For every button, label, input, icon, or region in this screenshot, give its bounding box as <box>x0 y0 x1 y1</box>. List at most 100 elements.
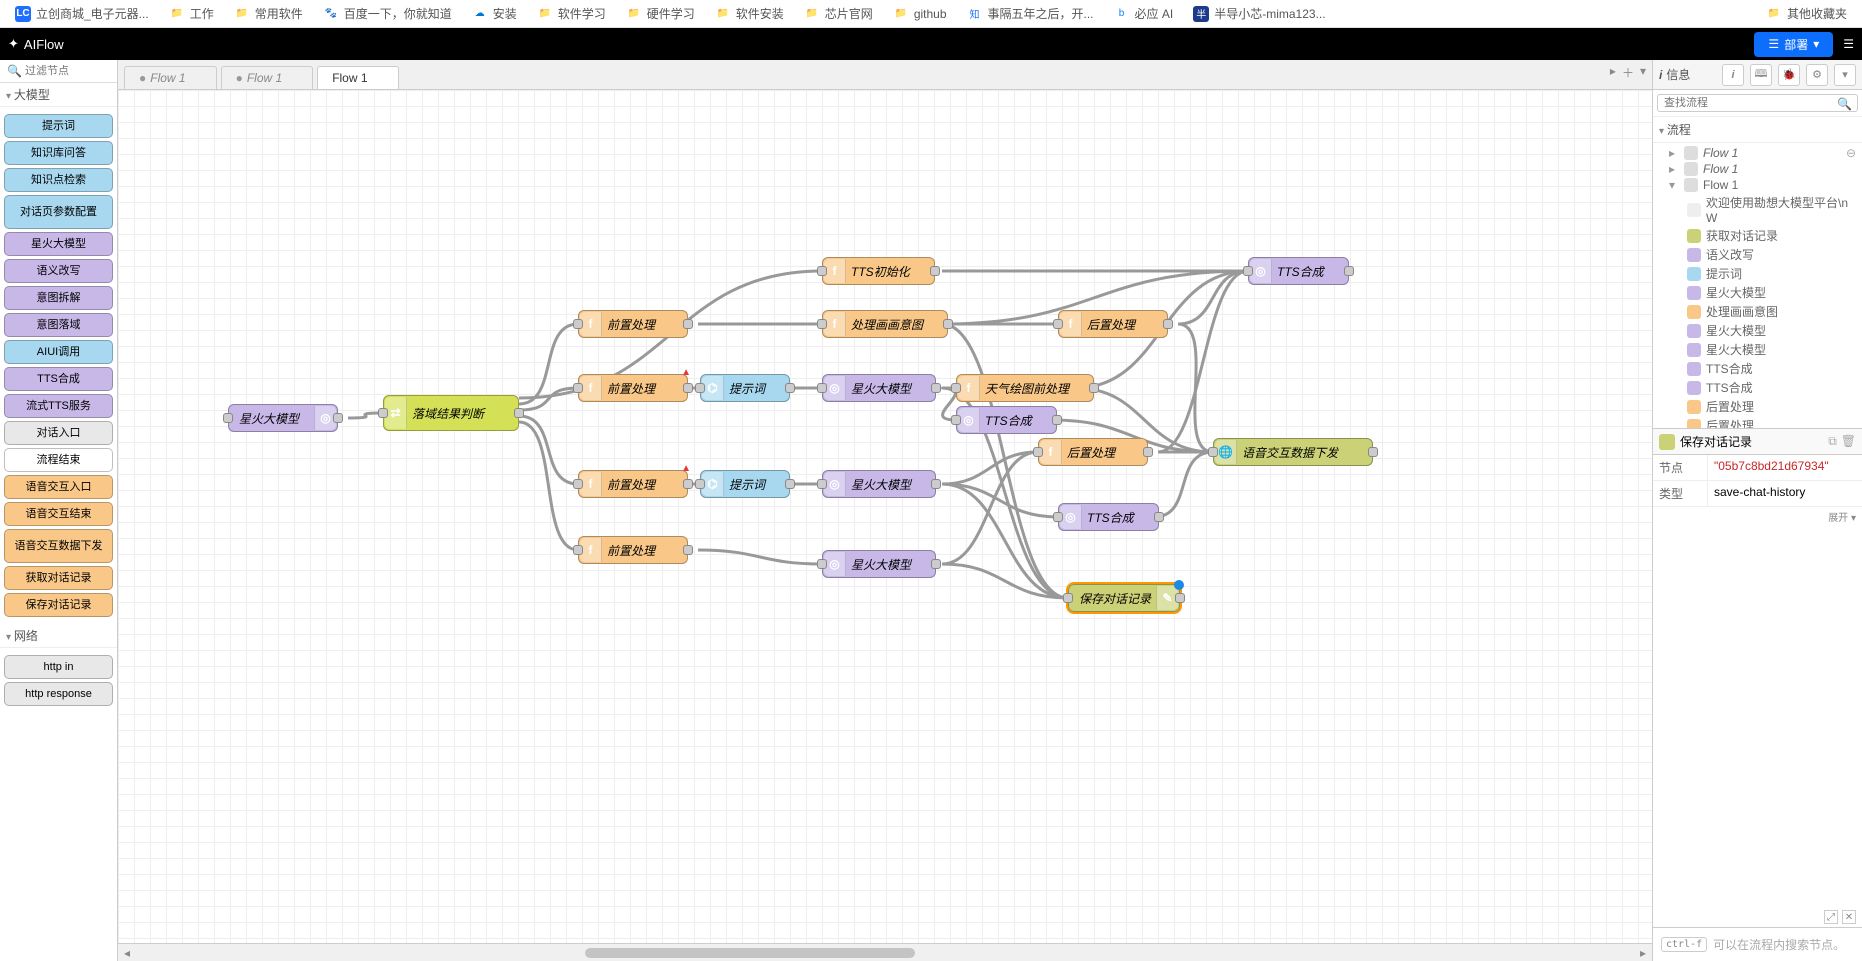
palette-node[interactable]: 提示词 <box>4 114 113 138</box>
expand-icon[interactable]: ▾ <box>1669 178 1679 192</box>
expand-icon[interactable]: ▸ <box>1669 162 1679 176</box>
output-port[interactable] <box>930 266 940 276</box>
tree-action-icon[interactable]: ⊖ <box>1846 146 1856 160</box>
input-port[interactable] <box>573 545 583 555</box>
palette-node[interactable]: http response <box>4 682 113 706</box>
palette-filter-input[interactable] <box>25 65 105 77</box>
input-port[interactable] <box>817 266 827 276</box>
tree-item[interactable]: 星火大模型 <box>1653 283 1862 302</box>
input-port[interactable] <box>1208 447 1218 457</box>
input-port[interactable] <box>951 415 961 425</box>
palette-node[interactable]: 意图落域 <box>4 313 113 337</box>
tree-section-header[interactable]: 流程 <box>1653 117 1862 143</box>
output-port[interactable] <box>1163 319 1173 329</box>
output-port[interactable] <box>1052 415 1062 425</box>
help-tab-button[interactable]: 🕮 <box>1750 64 1772 86</box>
flow-node[interactable]: f前置处理 <box>578 310 688 338</box>
palette-node[interactable]: 意图拆解 <box>4 286 113 310</box>
tree-item[interactable]: ▸Flow 1⊖ <box>1653 145 1862 161</box>
input-port[interactable] <box>817 383 827 393</box>
tree-item[interactable]: 语义改写 <box>1653 245 1862 264</box>
flow-node[interactable]: f前置处理▲ <box>578 374 688 402</box>
tab-list-button[interactable]: ▸ <box>1610 64 1616 81</box>
delete-button[interactable]: 🗑 <box>1841 434 1856 449</box>
flow-canvas[interactable]: ◎星火大模型⇄落域结果判断fTTS初始化f前置处理f处理画画意图f后置处理f前置… <box>118 90 1652 961</box>
palette-node[interactable]: 对话页参数配置 <box>4 195 113 229</box>
palette-node[interactable]: 语音交互数据下发 <box>4 529 113 563</box>
horizontal-scrollbar[interactable] <box>136 947 1634 959</box>
bookmark-item[interactable]: 知事隔五年之后，开... <box>962 3 1099 24</box>
output-port[interactable] <box>1344 266 1354 276</box>
output-port[interactable] <box>785 383 795 393</box>
panel-menu-button[interactable]: ▾ <box>1834 64 1856 86</box>
input-port[interactable] <box>817 319 827 329</box>
flow-tab[interactable]: ●Flow 1 <box>124 66 217 89</box>
bookmark-item[interactable]: ☁安装 <box>467 3 522 24</box>
tree-item[interactable]: 获取对话记录 <box>1653 226 1862 245</box>
tab-menu-button[interactable]: ▾ <box>1640 64 1646 81</box>
debug-tab-button[interactable]: 🐞 <box>1778 64 1800 86</box>
bookmark-item[interactable]: 半半导小芯-mima123... <box>1188 3 1330 24</box>
input-port[interactable] <box>1243 266 1253 276</box>
palette-node[interactable]: 流式TTS服务 <box>4 394 113 418</box>
restore-button[interactable]: ⤢ <box>1824 910 1838 924</box>
flow-node[interactable]: ◎TTS合成 <box>1248 257 1349 285</box>
palette-node[interactable]: 保存对话记录 <box>4 593 113 617</box>
flow-node[interactable]: ◎TTS合成 <box>956 406 1057 434</box>
palette-node[interactable]: TTS合成 <box>4 367 113 391</box>
flow-search-input[interactable] <box>1657 94 1858 112</box>
palette-node[interactable]: 知识点检索 <box>4 168 113 192</box>
flow-node[interactable]: ⌬提示词 <box>700 374 790 402</box>
expand-icon[interactable]: ▸ <box>1669 146 1679 160</box>
tree-item[interactable]: 后置处理 <box>1653 416 1862 428</box>
input-port[interactable] <box>695 479 705 489</box>
tree-item[interactable]: 星火大模型 <box>1653 340 1862 359</box>
flow-node[interactable]: ✎保存对话记录 <box>1068 584 1180 612</box>
output-port[interactable] <box>785 479 795 489</box>
flow-node[interactable]: ⌬提示词 <box>700 470 790 498</box>
tree-item[interactable]: ▸Flow 1 <box>1653 161 1862 177</box>
output-port[interactable] <box>931 559 941 569</box>
flow-node[interactable]: f处理画画意图 <box>822 310 948 338</box>
tree-item[interactable]: 处理画画意图 <box>1653 302 1862 321</box>
config-tab-button[interactable]: ⚙ <box>1806 64 1828 86</box>
flow-node[interactable]: ◎星火大模型 <box>228 404 338 432</box>
info-tab-button[interactable]: i <box>1722 64 1744 86</box>
input-port[interactable] <box>1033 447 1043 457</box>
bookmark-item[interactable]: 📁软件安装 <box>710 3 789 24</box>
tree-item[interactable]: 星火大模型 <box>1653 321 1862 340</box>
output-port[interactable] <box>1154 512 1164 522</box>
tree-item[interactable]: TTS合成 <box>1653 378 1862 397</box>
bookmark-item[interactable]: 📁软件学习 <box>532 3 611 24</box>
add-tab-button[interactable]: ＋ <box>1622 64 1634 81</box>
flow-node[interactable]: ◎星火大模型 <box>822 374 936 402</box>
tree-item[interactable]: TTS合成 <box>1653 359 1862 378</box>
input-port[interactable] <box>1053 512 1063 522</box>
flow-node[interactable]: ⇄落域结果判断 <box>383 395 519 431</box>
output-port[interactable] <box>931 383 941 393</box>
flow-node[interactable]: f天气绘图前处理 <box>956 374 1094 402</box>
input-port[interactable] <box>1063 593 1073 603</box>
bookmark-other[interactable]: 📁 其他收藏夹 <box>1761 3 1852 24</box>
input-port[interactable] <box>573 479 583 489</box>
deploy-button[interactable]: ☰ 部署 ▾ <box>1754 32 1833 57</box>
output-port[interactable] <box>683 479 693 489</box>
input-port[interactable] <box>695 383 705 393</box>
flow-node[interactable]: f前置处理 <box>578 536 688 564</box>
palette-node[interactable]: 星火大模型 <box>4 232 113 256</box>
input-port[interactable] <box>951 383 961 393</box>
palette-node[interactable]: 获取对话记录 <box>4 566 113 590</box>
palette-node[interactable]: 语音交互结束 <box>4 502 113 526</box>
input-port[interactable] <box>1053 319 1063 329</box>
palette-node[interactable]: 语义改写 <box>4 259 113 283</box>
bookmark-item[interactable]: 📁芯片官网 <box>799 3 878 24</box>
output-port[interactable] <box>683 319 693 329</box>
bookmark-item[interactable]: LC立创商城_电子元器... <box>10 3 154 24</box>
palette-category[interactable]: 大模型 <box>0 83 117 107</box>
output-port[interactable] <box>943 319 953 329</box>
main-menu-button[interactable]: ☰ <box>1843 37 1854 51</box>
output-port[interactable] <box>514 408 524 418</box>
input-port[interactable] <box>378 408 388 418</box>
scroll-right-button[interactable]: ▸ <box>1634 946 1652 960</box>
copy-button[interactable]: ⧉ <box>1828 434 1837 449</box>
